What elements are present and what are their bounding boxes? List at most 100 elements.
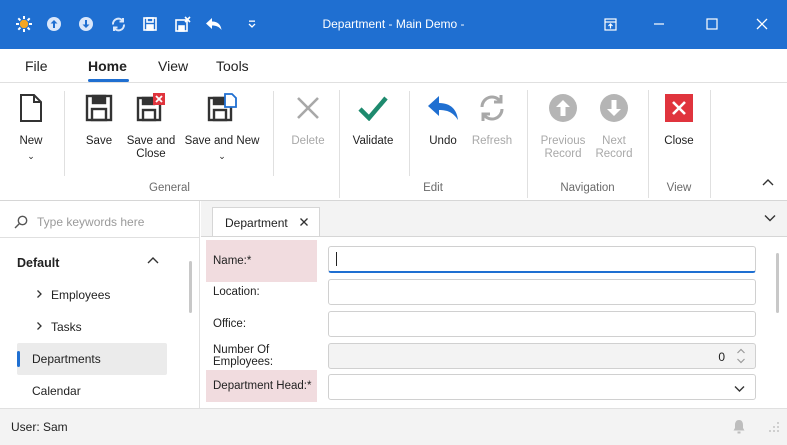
pin-window-icon[interactable]	[598, 12, 622, 36]
divider	[0, 237, 200, 238]
arrow-up-circle-icon	[546, 91, 580, 125]
location-input[interactable]	[328, 279, 756, 305]
save-and-close-label-2: Close	[136, 148, 166, 160]
number-of-employees-value: 0	[718, 350, 725, 364]
group-label-general: General	[149, 182, 190, 194]
undo-button[interactable]: Undo	[424, 91, 462, 148]
save-and-new-button[interactable]: Save and New ⌄	[184, 91, 260, 163]
sidebar-item-label: Employees	[51, 288, 111, 302]
chevron-down-icon: ⌄	[27, 151, 35, 161]
group-label-navigation: Navigation	[560, 182, 615, 194]
office-label: Office:	[213, 318, 247, 330]
number-of-employees-label: Number Of Employees:	[213, 344, 274, 368]
refresh-button[interactable]: Refresh	[470, 91, 514, 148]
sidebar-item-tasks[interactable]: Tasks	[17, 311, 167, 343]
search-box[interactable]: Type keywords here	[14, 213, 144, 231]
sidebar-item-calendar[interactable]: Calendar	[17, 375, 167, 407]
department-head-select[interactable]	[328, 374, 756, 400]
sidebar-scrollbar[interactable]	[189, 261, 192, 313]
tab-tools[interactable]: Tools	[216, 58, 249, 74]
delete-x-icon	[291, 91, 325, 125]
ribbon-separator	[409, 91, 410, 176]
refresh-button-label: Refresh	[471, 135, 513, 147]
undo-icon	[426, 91, 460, 125]
group-separator	[710, 90, 711, 198]
document-tab-label: Department	[225, 215, 288, 230]
undo-button-label: Undo	[429, 135, 457, 147]
save-and-close-button[interactable]: Save and Close	[124, 91, 178, 161]
sidebar-item-label: Calendar	[32, 384, 81, 398]
group-label-view: View	[666, 182, 692, 194]
minimize-icon[interactable]	[647, 12, 671, 36]
close-button[interactable]: Close	[660, 91, 698, 148]
arrow-down-circle-icon	[597, 91, 631, 125]
tab-view[interactable]: View	[158, 58, 188, 74]
save-button[interactable]: Save	[80, 91, 118, 148]
document-tab[interactable]: Department	[212, 207, 320, 237]
nav-group-default[interactable]: Default	[17, 256, 59, 270]
chevron-right-icon	[36, 288, 43, 302]
active-tab-indicator	[88, 79, 129, 82]
department-form: Name:* Location: Office: Number Of Emplo…	[201, 236, 787, 408]
new-button[interactable]: New ⌄	[12, 91, 50, 163]
maximize-icon[interactable]	[700, 12, 724, 36]
form-scrollbar[interactable]	[776, 253, 779, 313]
next-record-button[interactable]: Next Record	[592, 91, 636, 161]
close-button-label: Close	[664, 135, 694, 147]
close-tab-icon[interactable]	[299, 216, 309, 230]
current-user: User: Sam	[11, 420, 68, 434]
document-area: Department Name:* Location: Office: Numb…	[201, 201, 787, 408]
checkmark-icon	[356, 91, 390, 125]
validate-button-label: Validate	[352, 135, 394, 147]
tab-home[interactable]: Home	[88, 58, 127, 74]
save-and-close-icon	[134, 91, 168, 125]
next-record-label-2: Record	[595, 148, 633, 160]
save-and-new-icon	[205, 91, 239, 125]
location-label: Location:	[213, 286, 260, 298]
close-window-icon[interactable]	[750, 12, 774, 36]
ribbon-separator	[273, 91, 274, 176]
search-placeholder: Type keywords here	[37, 215, 145, 229]
ribbon: New ⌄ Save Save and Close Save and New ⌄…	[0, 83, 787, 201]
ribbon-tabs: File Home View Tools	[0, 49, 787, 83]
title-bar: Department - Main Demo -	[0, 0, 787, 49]
refresh-icon	[475, 91, 509, 125]
navigation-sidebar: Type keywords here Default Employees Tas…	[0, 201, 200, 408]
tab-file[interactable]: File	[25, 58, 48, 74]
previous-record-label-2: Record	[544, 148, 582, 160]
next-record-label-1: Next	[602, 135, 626, 147]
previous-record-button[interactable]: Previous Record	[538, 91, 588, 161]
chevron-up-icon[interactable]	[146, 254, 160, 268]
new-document-icon	[14, 91, 48, 125]
delete-button-label: Delete	[291, 135, 325, 147]
chevron-down-icon: ⌄	[218, 151, 226, 161]
validate-button[interactable]: Validate	[350, 91, 396, 148]
save-and-close-label-1: Save and	[126, 135, 176, 147]
group-label-edit: Edit	[423, 182, 443, 194]
document-menu-chevron-icon[interactable]	[764, 211, 776, 225]
delete-button[interactable]: Delete	[288, 91, 328, 148]
save-icon	[82, 91, 116, 125]
chevron-down-icon[interactable]	[734, 382, 745, 396]
resize-grip-icon[interactable]	[768, 421, 780, 436]
close-red-icon	[662, 91, 696, 125]
office-input[interactable]	[328, 311, 756, 337]
status-bar: User: Sam	[0, 408, 787, 445]
chevron-right-icon	[36, 320, 43, 334]
previous-record-label-1: Previous	[540, 135, 586, 147]
sidebar-item-label: Departments	[32, 352, 101, 366]
save-and-new-label: Save and New	[184, 135, 260, 147]
text-cursor	[336, 252, 337, 266]
selection-indicator	[17, 351, 20, 367]
collapse-ribbon-icon[interactable]	[762, 175, 774, 189]
spin-arrows-icon[interactable]	[736, 347, 746, 368]
save-button-label: Save	[85, 135, 113, 147]
department-head-label: Department Head:*	[206, 370, 317, 402]
sidebar-item-label: Tasks	[51, 320, 82, 334]
bell-icon[interactable]	[732, 419, 746, 437]
sidebar-item-departments[interactable]: Departments	[17, 343, 167, 375]
sidebar-item-employees[interactable]: Employees	[17, 279, 167, 311]
name-input[interactable]	[328, 246, 756, 273]
number-of-employees-spinner[interactable]: 0	[328, 343, 756, 369]
new-button-label: New	[19, 135, 43, 147]
